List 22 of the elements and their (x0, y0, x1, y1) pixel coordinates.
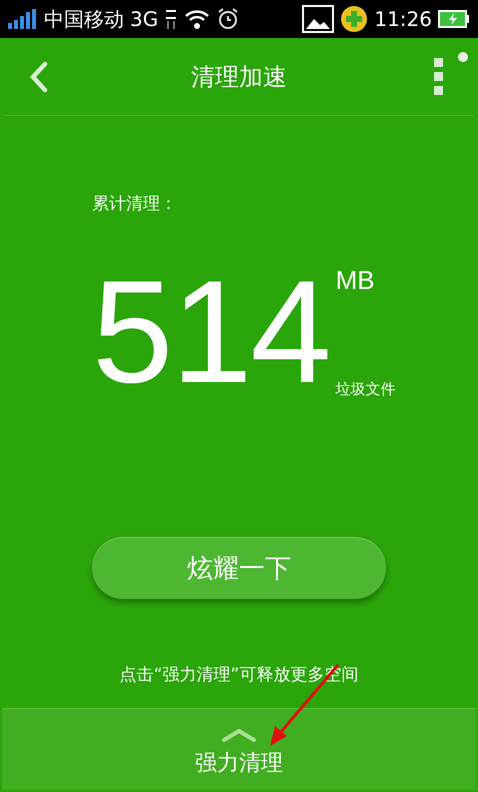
share-button[interactable]: 炫耀一下 (92, 537, 386, 599)
amount-caption: 垃圾文件 (336, 380, 396, 399)
data-activity-icon (164, 8, 178, 30)
notification-dot (458, 52, 468, 62)
network-type: 3G (130, 7, 158, 31)
deep-clean-panel[interactable]: 强力清理 (2, 708, 476, 790)
image-icon (302, 5, 334, 33)
more-icon (434, 58, 444, 96)
clock-time: 11:26 (374, 7, 432, 31)
panel-label: 强力清理 (195, 750, 283, 778)
page-title: 清理加速 (190, 62, 288, 92)
shield-plus-icon (340, 5, 368, 33)
battery-charging-icon (438, 10, 470, 28)
back-icon (29, 60, 49, 92)
total-cleaned-label: 累计清理： (92, 193, 177, 215)
amount-unit: MB (336, 264, 376, 296)
carrier-name: 中国移动 (44, 6, 124, 32)
wifi-icon (184, 8, 210, 30)
cleaned-amount: 514 (92, 257, 330, 407)
alarm-clock-icon (216, 7, 240, 31)
signal-icon (8, 9, 38, 29)
chevron-up-icon (221, 728, 257, 742)
